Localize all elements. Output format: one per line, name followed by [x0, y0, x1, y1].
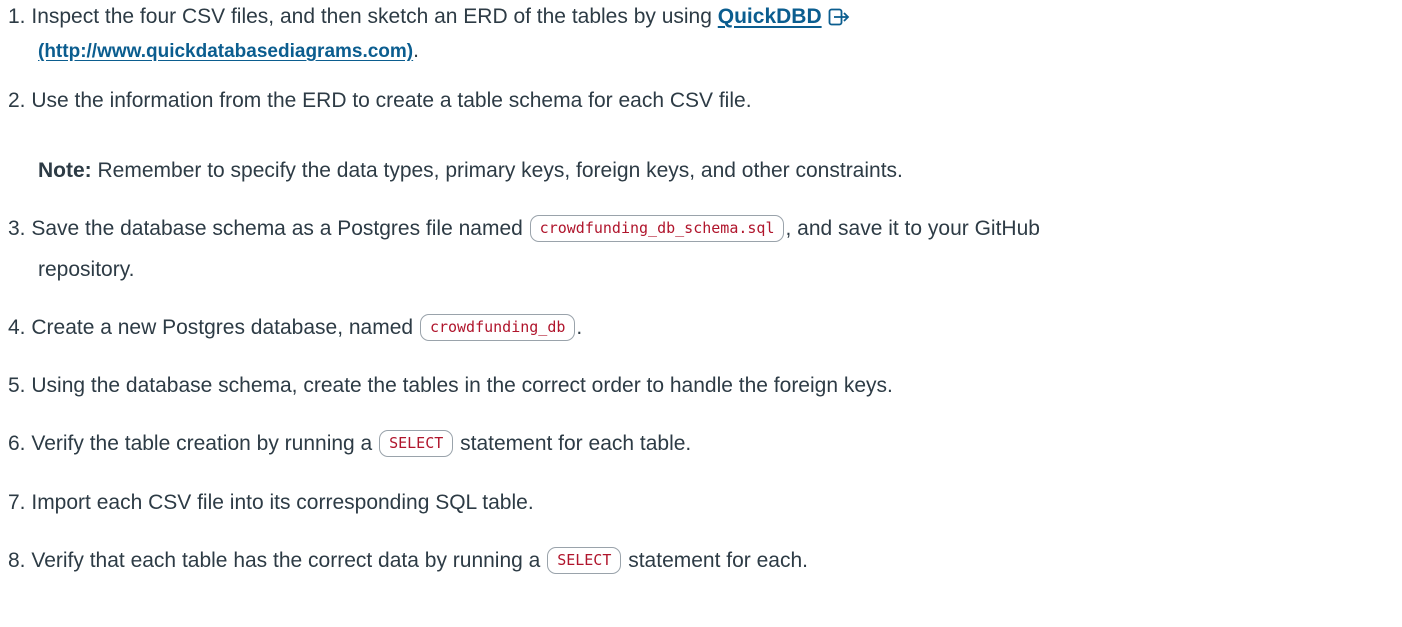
- step-number: 5.: [8, 374, 26, 397]
- inline-code: SELECT: [547, 547, 622, 574]
- step-4: 4. Create a new Postgres database, named…: [8, 314, 583, 342]
- step-number: 3.: [8, 217, 26, 240]
- step-1: 1. Inspect the four CSV files, and then …: [8, 4, 850, 33]
- step-text-after: statement for each table.: [460, 432, 692, 455]
- step-text-end: .: [413, 39, 419, 62]
- quickdbd-link[interactable]: QuickDBD: [718, 5, 822, 28]
- step-number: 7.: [8, 491, 26, 514]
- inline-code: crowdfunding_db: [419, 314, 576, 341]
- step-text: Verify the table creation by running a: [31, 432, 373, 455]
- step-number: 2.: [8, 89, 26, 112]
- quickdbd-url-link[interactable]: (http://www.quickdatabasediagrams.com): [38, 41, 413, 62]
- step-text: Save the database schema as a Postgres f…: [31, 217, 523, 240]
- step-text: Create a new Postgres database, named: [31, 316, 414, 339]
- note-text: Remember to specify the data types, prim…: [97, 159, 903, 182]
- inline-code: crowdfunding_db_schema.sql: [529, 215, 785, 242]
- step-text-after: statement for each.: [628, 549, 808, 572]
- step-5: 5. Using the database schema, create the…: [8, 373, 893, 399]
- step-text-after: .: [576, 316, 583, 339]
- external-link-icon[interactable]: [828, 7, 850, 33]
- step-3-line-2: repository.: [38, 257, 134, 283]
- step-text: Use the information from the ERD to crea…: [31, 89, 752, 112]
- step-number: 8.: [8, 549, 26, 572]
- step-text-cont: repository.: [38, 258, 135, 281]
- step-text-after: , and save it to your GitHub: [785, 217, 1040, 240]
- note-label: Note:: [38, 159, 92, 182]
- step-text: Inspect the four CSV files, and then ske…: [31, 5, 712, 28]
- step-8: 8. Verify that each table has the correc…: [8, 547, 808, 575]
- step-text: Using the database schema, create the ta…: [31, 374, 893, 397]
- step-2: 2. Use the information from the ERD to c…: [8, 88, 752, 114]
- step-number: 1.: [8, 5, 26, 28]
- step-number: 6.: [8, 432, 26, 455]
- step-7: 7. Import each CSV file into its corresp…: [8, 490, 534, 516]
- step-6: 6. Verify the table creation by running …: [8, 430, 692, 458]
- inline-code: SELECT: [379, 430, 454, 457]
- step-number: 4.: [8, 316, 26, 339]
- step-3: 3. Save the database schema as a Postgre…: [8, 215, 1040, 243]
- note: Note: Remember to specify the data types…: [38, 158, 903, 184]
- step-text: Import each CSV file into its correspond…: [31, 491, 534, 514]
- step-1-line-2: (http://www.quickdatabasediagrams.com).: [38, 38, 419, 65]
- step-text: Verify that each table has the correct d…: [31, 549, 541, 572]
